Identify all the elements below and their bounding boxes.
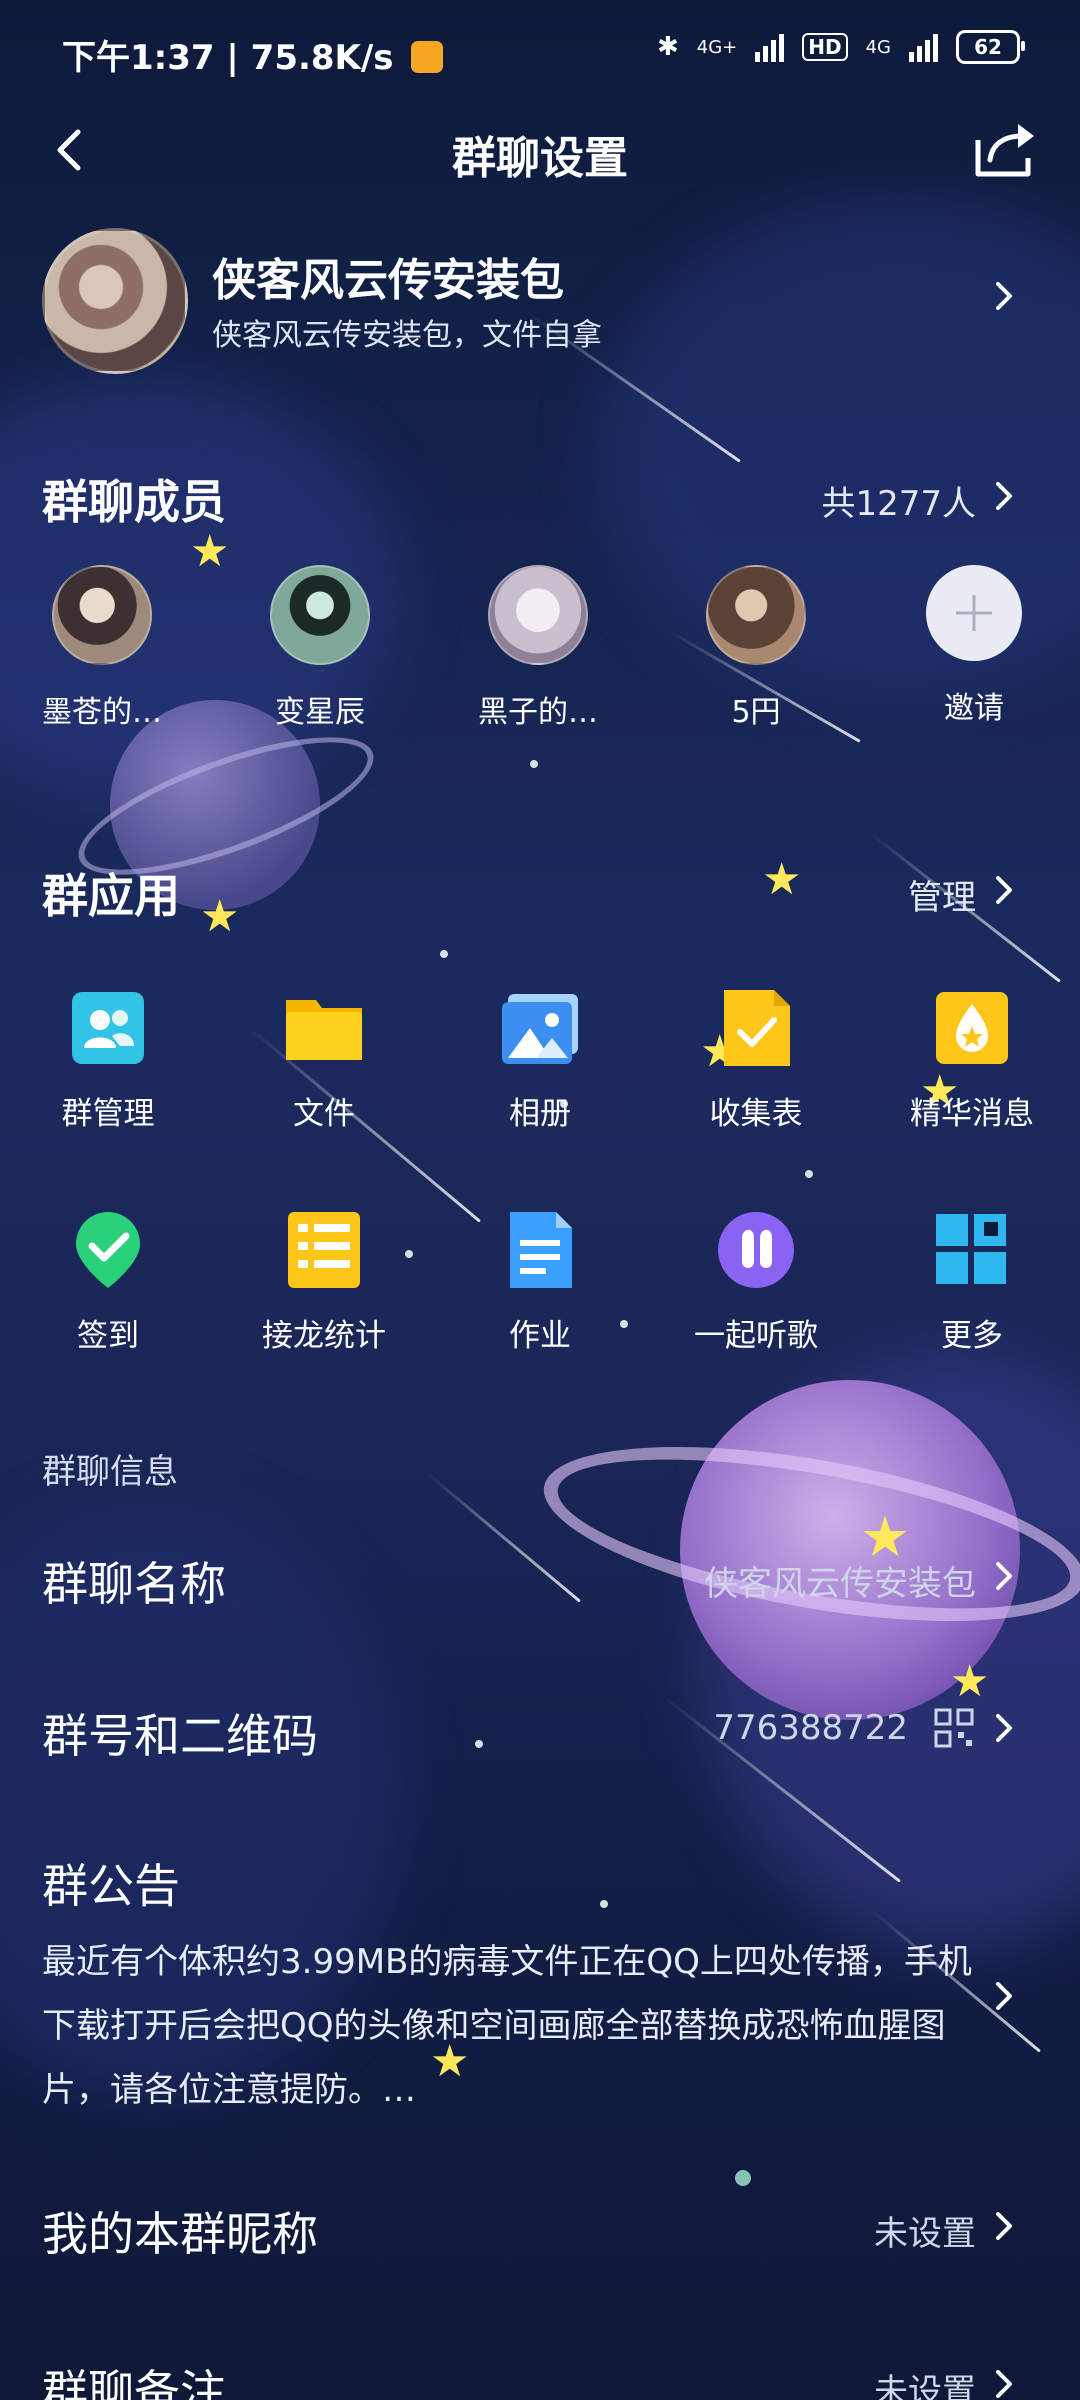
status-icons: ✱ 4G+ HD 4G 62	[656, 30, 1025, 64]
member-name: 黑子的…	[478, 695, 598, 730]
chevron-right-icon	[986, 2366, 1022, 2400]
signal2-icon	[909, 32, 938, 62]
app-label: 收集表	[709, 1096, 803, 1132]
network2-label: 4G	[865, 36, 891, 58]
row-title: 群聊备注	[42, 2365, 226, 2400]
network1-label: 4G+	[696, 36, 738, 58]
album-icon	[498, 986, 582, 1070]
top-bar: 群聊设置	[0, 100, 1080, 210]
group-notice-row[interactable]: 群公告 最近有个体积约3.99MB的病毒文件正在QQ上四处传播，手机下载打开后会…	[0, 1840, 1080, 2120]
status-bar: 下午1:37 | 75.8K/s ✱ 4G+ HD 4G 62	[0, 0, 1080, 100]
member-name: 墨苍的…	[42, 695, 162, 730]
info-section-label: 群聊信息	[42, 1452, 178, 1492]
member-count[interactable]: 共1277人	[821, 476, 976, 525]
row-value: 侠客风云传安装包	[704, 1564, 976, 1604]
app-form[interactable]: 收集表	[656, 986, 856, 1133]
essence-icon	[930, 986, 1014, 1070]
share-icon[interactable]	[968, 114, 1040, 186]
row-value: 776388722	[713, 1708, 908, 1748]
row-value: 未设置	[874, 2372, 976, 2400]
member-item[interactable]: 墨苍的…	[12, 565, 192, 731]
app-label: 接龙统计	[262, 1318, 386, 1354]
row-title: 群号和二维码	[42, 1709, 318, 1763]
app-label: 文件	[293, 1096, 355, 1132]
group-name-row[interactable]: 群聊名称 侠客风云传安装包	[0, 1530, 1080, 1630]
chevron-right-icon	[986, 2208, 1022, 2244]
music-icon	[714, 1208, 798, 1292]
more-icon	[930, 1208, 1014, 1292]
checkin-icon	[66, 1208, 150, 1292]
chevron-right-icon[interactable]	[986, 872, 1022, 908]
form-icon	[714, 986, 798, 1070]
member-item[interactable]: 黑子的…	[448, 565, 628, 731]
avatar	[270, 565, 370, 665]
battery-level: 62	[974, 35, 1002, 59]
group-avatar[interactable]	[42, 228, 188, 374]
my-nickname-row[interactable]: 我的本群昵称 未设置	[0, 2180, 1080, 2280]
group-description: 侠客风云传安装包，文件自拿	[212, 318, 602, 353]
app-more[interactable]: 更多	[872, 1208, 1072, 1355]
app-album[interactable]: 相册	[440, 986, 640, 1133]
plus-icon	[926, 565, 1022, 661]
apps-section-title: 群应用	[42, 869, 180, 923]
qr-code-icon	[934, 1708, 974, 1748]
avatar	[488, 565, 588, 665]
chevron-right-icon	[986, 1710, 1022, 1746]
app-label: 作业	[509, 1318, 571, 1354]
group-remark-row[interactable]: 群聊备注 未设置	[0, 2338, 1080, 2400]
battery-icon: 62	[956, 30, 1025, 64]
app-music[interactable]: 一起听歌	[656, 1208, 856, 1355]
page-title: 群聊设置	[452, 133, 628, 184]
chevron-right-icon[interactable]	[986, 478, 1022, 514]
signal1-icon	[755, 32, 785, 62]
row-value: 未设置	[874, 2214, 976, 2254]
app-label: 相册	[509, 1096, 571, 1132]
chevron-right-icon	[986, 1558, 1022, 1594]
app-label: 签到	[77, 1318, 139, 1354]
app-group-manage[interactable]: 群管理	[8, 986, 208, 1133]
manage-link[interactable]: 管理	[908, 870, 976, 919]
avatar	[706, 565, 806, 665]
member-item[interactable]: 5円	[666, 565, 846, 731]
group-number-row[interactable]: 群号和二维码 776388722	[0, 1682, 1080, 1782]
member-list: 墨苍的… 变星辰 黑子的… 5円 邀请	[0, 565, 1080, 735]
chevron-right-icon	[986, 278, 1022, 314]
hd-badge: HD	[802, 33, 848, 61]
folder-icon	[282, 986, 366, 1070]
app-label: 一起听歌	[694, 1318, 818, 1354]
app-homework[interactable]: 作业	[440, 1208, 640, 1355]
bluetooth-icon: ✱	[656, 32, 679, 62]
group-name: 侠客风云传安装包	[212, 255, 564, 306]
app-label: 精华消息	[910, 1096, 1034, 1132]
relay-icon	[282, 1208, 366, 1292]
chevron-right-icon	[986, 1978, 1022, 2014]
homework-icon	[498, 1208, 582, 1292]
members-section-title: 群聊成员	[42, 475, 226, 529]
row-title: 群公告	[42, 1859, 180, 1913]
app-checkin[interactable]: 签到	[8, 1208, 208, 1355]
group-profile-row[interactable]: 侠客风云传安装包 侠客风云传安装包，文件自拿	[0, 222, 1080, 374]
status-time: 下午1:37 | 75.8K/s	[62, 30, 444, 79]
notification-app-icon	[411, 41, 444, 73]
group-manage-icon	[66, 986, 150, 1070]
app-essence[interactable]: 精华消息	[872, 986, 1072, 1133]
status-time-speed: 下午1:37 | 75.8K/s	[62, 38, 394, 78]
invite-button[interactable]: 邀请	[884, 565, 1064, 727]
app-label: 群管理	[61, 1096, 155, 1132]
member-name: 5円	[731, 695, 781, 730]
avatar	[52, 565, 152, 665]
app-label: 更多	[941, 1318, 1003, 1354]
notice-text: 最近有个体积约3.99MB的病毒文件正在QQ上四处传播，手机下载打开后会把QQ的…	[42, 1942, 972, 2110]
row-title: 我的本群昵称	[42, 2207, 318, 2261]
app-files[interactable]: 文件	[224, 986, 424, 1133]
row-title: 群聊名称	[42, 1557, 226, 1611]
app-relay[interactable]: 接龙统计	[224, 1208, 424, 1355]
invite-label: 邀请	[944, 691, 1004, 726]
member-name: 变星辰	[275, 695, 365, 730]
member-item[interactable]: 变星辰	[230, 565, 410, 731]
